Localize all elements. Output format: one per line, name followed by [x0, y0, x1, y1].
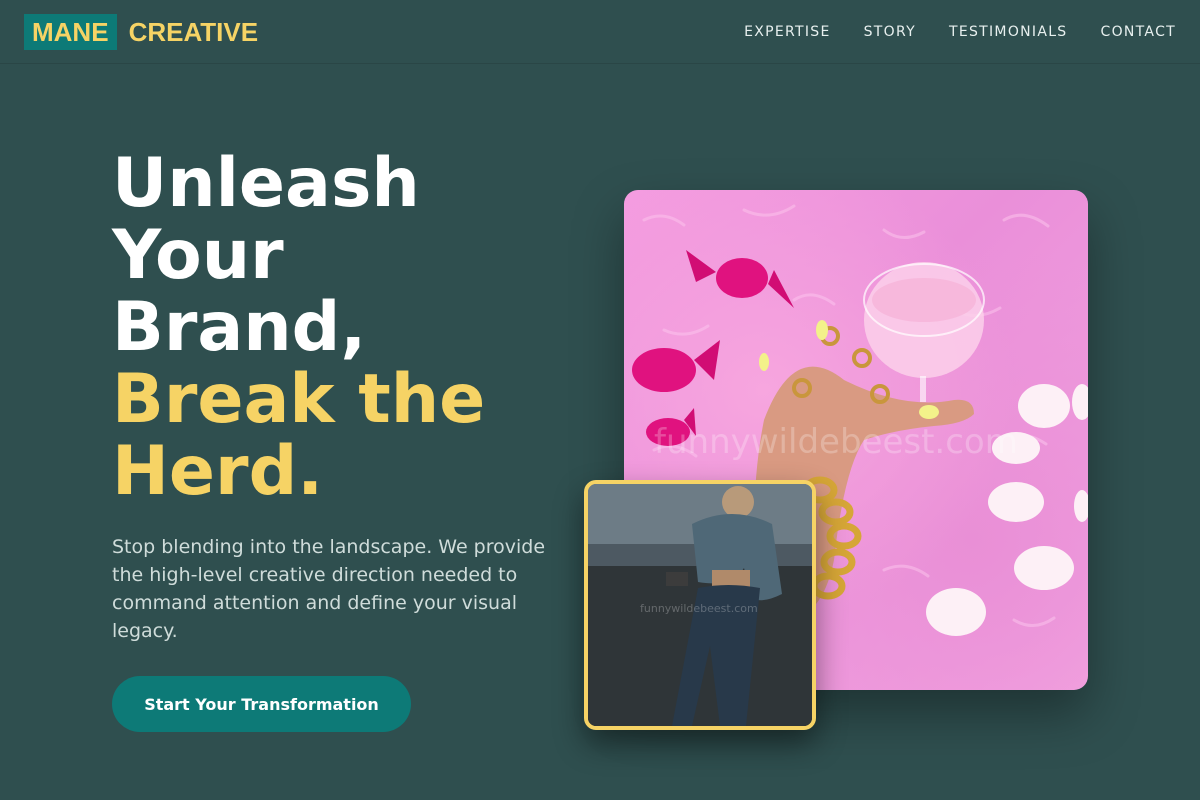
logo-box: MANE	[24, 13, 117, 50]
nav-story[interactable]: STORY	[864, 24, 916, 40]
hero-title-line: Unleash	[112, 144, 420, 223]
hero-title-accent-line: Break the	[112, 360, 486, 439]
nav-testimonials[interactable]: TESTIMONIALS	[949, 24, 1068, 40]
logo[interactable]: MANE CREATIVE	[24, 13, 259, 50]
hero-title-accent-line: Herd.	[112, 432, 324, 511]
main-image-watermark: funnywildebeest.com	[654, 422, 1018, 462]
nav-expertise[interactable]: EXPERTISE	[744, 24, 831, 40]
inset-image-watermark: funnywildebeest.com	[640, 602, 758, 615]
hero-inset-image: funnywildebeest.com	[584, 480, 816, 730]
hero-title: Unleash Your Brand, Break the Herd.	[112, 148, 582, 508]
site-header: MANE CREATIVE EXPERTISE STORY TESTIMONIA…	[0, 0, 1200, 64]
logo-text: CREATIVE	[128, 16, 259, 47]
hero-description: Stop blending into the landscape. We pro…	[112, 536, 546, 642]
start-transformation-button[interactable]: Start Your Transformation	[112, 676, 411, 732]
main-nav: EXPERTISE STORY TESTIMONIALS CONTACT	[744, 24, 1176, 40]
nav-contact[interactable]: CONTACT	[1101, 24, 1177, 40]
hero-title-line: Brand,	[112, 288, 367, 367]
hero-title-line: Your	[112, 216, 284, 295]
